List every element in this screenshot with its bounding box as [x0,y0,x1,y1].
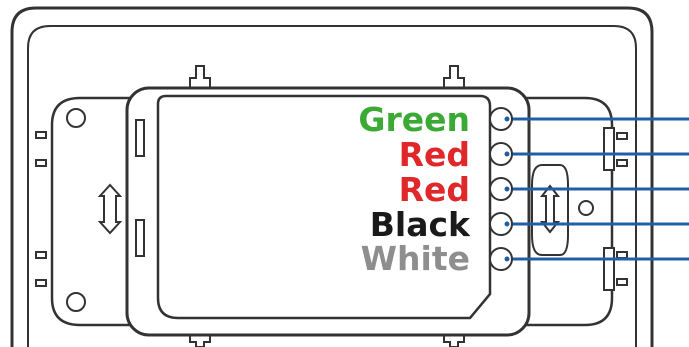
mounting-hole-left-top [66,108,86,128]
terminal-dot-red-1 [504,151,510,157]
terminal-dot-black [504,221,510,227]
mounting-hole-left-bottom [66,292,86,312]
terminal-dot-white [504,256,510,262]
mounting-hole-right [578,200,594,216]
bottom-clips [189,334,465,347]
terminal-dot-green [504,116,510,122]
terminal-label-white: White [361,239,470,278]
terminal-label-green: Green [358,100,470,139]
top-clips [189,65,465,89]
terminal-dot-red-2 [504,186,510,192]
terminal-label-red-1: Red [399,135,470,174]
terminal-label-red-2: Red [399,170,470,209]
wiring-diagram: Green Red Red Black White [10,6,689,347]
